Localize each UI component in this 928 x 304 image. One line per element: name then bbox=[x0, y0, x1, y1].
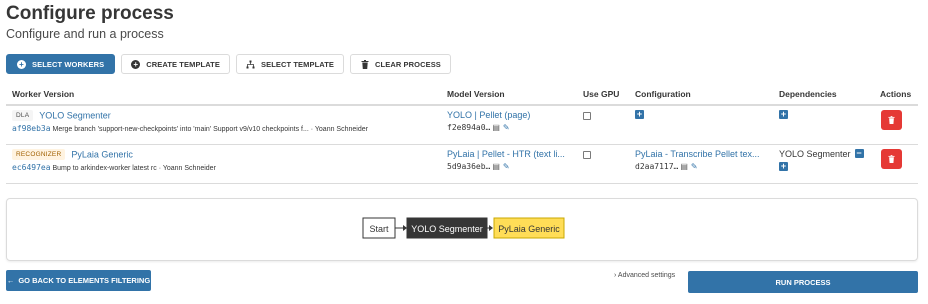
add-dependency-button[interactable]: + bbox=[779, 110, 788, 119]
sitemap-icon bbox=[246, 60, 255, 69]
dependencies-cell: YOLO Segmenter − + bbox=[773, 144, 874, 184]
table-header-row: Worker Version Model Version Use GPU Con… bbox=[6, 86, 918, 106]
column-header: Configuration bbox=[629, 86, 773, 106]
worker-commit: af98eb3a Merge branch 'support-new-check… bbox=[12, 124, 435, 133]
column-header: Use GPU bbox=[577, 86, 629, 106]
table-row: DLA YOLO Segmenter af98eb3a Merge branch … bbox=[6, 105, 918, 145]
select-template-label: SELECT TEMPLATE bbox=[260, 59, 335, 69]
configuration-hash: d2aa7117… bbox=[635, 161, 679, 171]
back-to-filtering-button[interactable]: ← GO BACK TO ELEMENTS FILTERING bbox=[6, 270, 151, 291]
use-gpu-cell bbox=[577, 105, 629, 145]
configuration-cell: + bbox=[629, 105, 773, 145]
model-name-link[interactable]: PyLaia | Pellet - HTR (text li... bbox=[447, 149, 571, 159]
worker-name-link[interactable]: YOLO Segmenter bbox=[39, 111, 111, 121]
workers-table: Worker Version Model Version Use GPU Con… bbox=[6, 86, 918, 184]
column-header: Actions bbox=[874, 86, 918, 106]
pencil-icon[interactable]: ✎ bbox=[691, 162, 698, 171]
graph-canvas: Start YOLO Segmenter PyLaia Generic bbox=[362, 217, 565, 239]
model-version-cell: PyLaia | Pellet - HTR (text li... 5d9a36… bbox=[441, 144, 577, 184]
advanced-settings-label: Advanced settings bbox=[617, 272, 676, 279]
pencil-icon[interactable]: ✎ bbox=[503, 162, 510, 171]
commit-message: Merge branch 'support-new-checkpoints' i… bbox=[52, 126, 368, 133]
commit-message: Bump to arkindex-worker latest rc · Yoan… bbox=[52, 164, 216, 172]
model-version-cell: YOLO | Pellet (page) f2e894a0… ▤ ✎ bbox=[441, 105, 577, 145]
back-label: GO BACK TO ELEMENTS FILTERING bbox=[18, 276, 151, 285]
graph-node-label: YOLO Segmenter bbox=[411, 224, 483, 234]
model-hash: 5d9a36eb… bbox=[447, 161, 491, 171]
select-workers-button[interactable]: + SELECT WORKERS bbox=[6, 54, 116, 74]
worker-version-cell: DLA YOLO Segmenter af98eb3a Merge branch … bbox=[6, 105, 441, 145]
worker-commit: ec6497ea Bump to arkindex-worker latest … bbox=[12, 163, 435, 172]
toolbar: + SELECT WORKERS + CREATE TEMPLATE SELEC… bbox=[6, 54, 451, 74]
actions-cell bbox=[874, 105, 918, 145]
plus-icon: + bbox=[17, 59, 26, 69]
advanced-settings-toggle[interactable]: › Advanced settings bbox=[614, 272, 675, 279]
copy-icon[interactable]: ▤ bbox=[680, 162, 688, 171]
model-hash: f2e894a0… bbox=[447, 123, 491, 132]
create-template-button[interactable]: + CREATE TEMPLATE bbox=[121, 54, 230, 74]
trash-icon bbox=[888, 154, 895, 163]
dependencies-cell: + bbox=[773, 105, 874, 145]
actions-cell bbox=[874, 144, 918, 184]
use-gpu-cell bbox=[577, 144, 629, 184]
pencil-icon[interactable]: ✎ bbox=[503, 123, 510, 132]
run-process-label: RUN PROCESS bbox=[775, 277, 831, 287]
select-template-button[interactable]: SELECT TEMPLATE bbox=[235, 54, 345, 74]
trash-icon bbox=[888, 116, 895, 124]
chevron-right-icon: › bbox=[614, 272, 617, 279]
model-name-link[interactable]: YOLO | Pellet (page) bbox=[447, 110, 571, 120]
worker-hash-link[interactable]: ec6497ea bbox=[12, 163, 51, 172]
worker-hash-link[interactable]: af98eb3a bbox=[12, 124, 51, 133]
page-title: Configure process bbox=[6, 3, 174, 24]
add-configuration-button[interactable]: + bbox=[635, 110, 644, 119]
add-dependency-button[interactable]: + bbox=[779, 161, 788, 171]
worker-version-cell: RECOGNIZER PyLaia Generic ec6497ea Bump t… bbox=[6, 144, 441, 184]
process-graph: Start YOLO Segmenter PyLaia Generic bbox=[6, 198, 918, 261]
configuration-name-link[interactable]: PyLaia - Transcribe Pellet tex... bbox=[635, 149, 767, 159]
page-subtitle: Configure and run a process bbox=[6, 27, 164, 41]
graph-arrow bbox=[403, 225, 407, 231]
graph-node-label: PyLaia Generic bbox=[498, 224, 560, 234]
graph-arrow bbox=[489, 225, 493, 231]
copy-icon[interactable]: ▤ bbox=[492, 162, 500, 171]
worker-type-tag: RECOGNIZER bbox=[12, 148, 66, 160]
column-header: Dependencies bbox=[773, 86, 874, 106]
trash-icon bbox=[360, 59, 369, 69]
column-header: Model Version bbox=[441, 86, 577, 106]
dependency-name: YOLO Segmenter bbox=[779, 148, 851, 159]
delete-worker-button[interactable] bbox=[881, 110, 902, 130]
arrow-left-icon: ← bbox=[6, 276, 15, 285]
configuration-cell: PyLaia - Transcribe Pellet tex... d2aa71… bbox=[629, 144, 773, 184]
clear-process-button[interactable]: CLEAR PROCESS bbox=[350, 54, 451, 74]
use-gpu-checkbox[interactable] bbox=[583, 112, 591, 120]
worker-type-tag: DLA bbox=[12, 110, 34, 121]
column-header: Worker Version bbox=[6, 86, 441, 106]
worker-name-link[interactable]: PyLaia Generic bbox=[71, 149, 133, 159]
run-process-button[interactable]: RUN PROCESS bbox=[688, 271, 918, 293]
plus-icon: + bbox=[131, 59, 141, 69]
delete-worker-button[interactable] bbox=[881, 148, 902, 169]
table-row: RECOGNIZER PyLaia Generic ec6497ea Bump t… bbox=[6, 144, 918, 184]
copy-icon[interactable]: ▤ bbox=[492, 123, 500, 132]
graph-node-label: Start bbox=[369, 224, 389, 234]
remove-dependency-button[interactable]: − bbox=[854, 149, 864, 158]
select-workers-label: SELECT WORKERS bbox=[32, 59, 105, 69]
use-gpu-checkbox[interactable] bbox=[583, 150, 591, 159]
create-template-label: CREATE TEMPLATE bbox=[146, 59, 220, 69]
clear-process-label: CLEAR PROCESS bbox=[375, 59, 441, 69]
